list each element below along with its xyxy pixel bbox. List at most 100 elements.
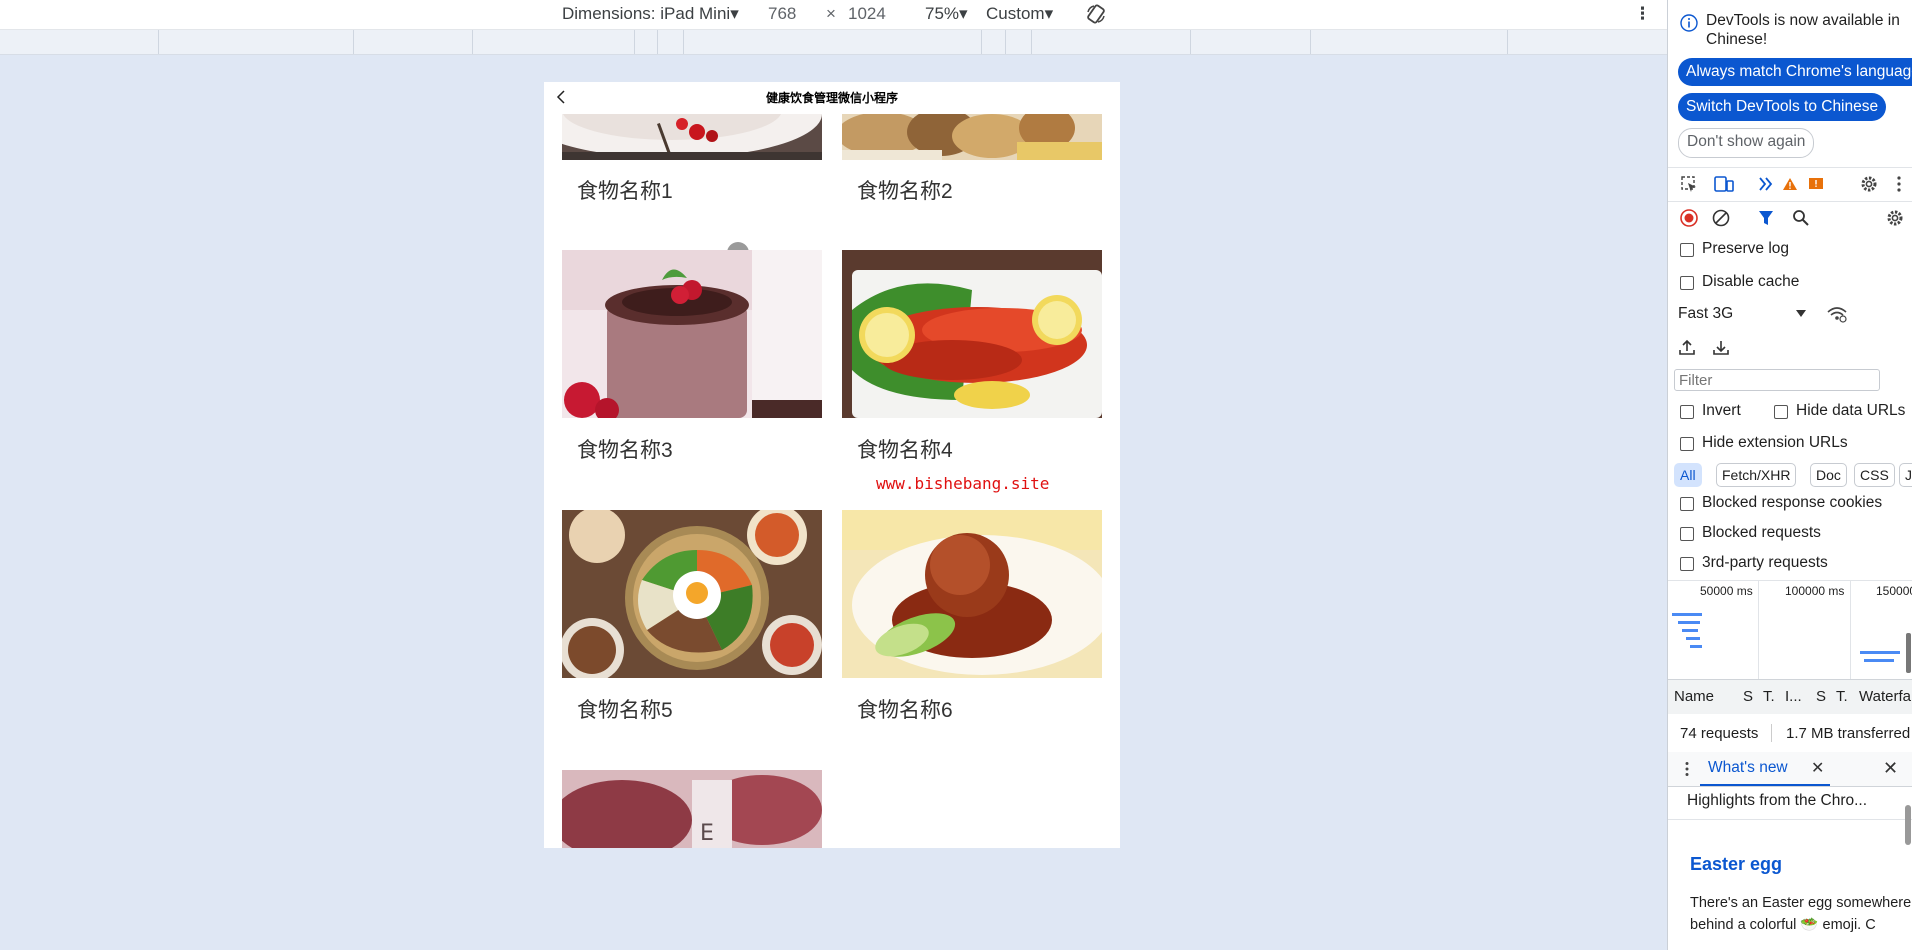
column-header[interactable]: S (1743, 688, 1753, 705)
filter-chip-js[interactable]: JS (1899, 463, 1912, 487)
clear-icon[interactable] (1712, 209, 1730, 227)
column-header[interactable]: Name (1674, 688, 1714, 705)
filter-input[interactable] (1674, 369, 1880, 391)
throttle-select[interactable]: Custom▾ (986, 4, 1053, 24)
column-header[interactable]: Waterfall (1859, 688, 1912, 705)
column-header[interactable]: S (1816, 688, 1826, 705)
height-input[interactable]: 1024 (848, 4, 886, 24)
blocked-requests-checkbox[interactable] (1680, 527, 1694, 541)
inspect-element-icon[interactable] (1680, 175, 1698, 193)
drawer-menu-icon[interactable] (1684, 761, 1690, 777)
hide-extension-urls-checkbox[interactable] (1680, 437, 1694, 451)
close-tab-icon[interactable]: ✕ (1811, 758, 1824, 778)
food-name: 食物名称5 (577, 699, 673, 722)
throttling-label: Fast 3G (1678, 305, 1734, 322)
language-notice: DevTools is now available in Chinese! (1706, 12, 1900, 48)
filter-chip-all[interactable]: All (1674, 463, 1702, 487)
zoom-label: 75% (925, 4, 960, 23)
export-har-icon[interactable] (1712, 338, 1730, 356)
food-name: 食物名称4 (857, 439, 953, 462)
issues-icon[interactable] (1808, 177, 1824, 191)
device-toolbar-icon[interactable] (1714, 175, 1734, 193)
food-image-plate-with-berries (562, 114, 822, 160)
switch-to-chinese-button[interactable]: Switch DevTools to Chinese (1678, 93, 1887, 121)
network-conditions-icon[interactable] (1826, 305, 1848, 323)
request-count: 74 requests (1680, 725, 1759, 742)
food-card[interactable]: 食物名称6 (842, 510, 1102, 730)
hide-extension-urls-label: Hide extension URLs (1702, 434, 1848, 451)
food-image-chocolate-raspberry-cake (562, 250, 822, 418)
invert-label: Invert (1702, 402, 1741, 419)
hide-data-urls-checkbox[interactable] (1774, 405, 1788, 419)
throttle-label: Custom (986, 4, 1045, 23)
whats-new-content: Highlights from the Chro... Easter egg T… (1668, 787, 1912, 950)
food-image-partially-visible-dish: E (562, 770, 822, 848)
food-card[interactable]: 食物名称4 (842, 250, 1102, 470)
tab-whats-new-label: What's new (1708, 759, 1788, 776)
device-dimensions-select[interactable]: Dimensions: iPad Mini▾ (562, 4, 739, 24)
filter-chip-css[interactable]: CSS (1854, 463, 1895, 487)
column-header[interactable]: T. (1763, 688, 1775, 705)
food-card[interactable]: E (562, 770, 822, 848)
more-tabs-icon[interactable] (1758, 176, 1774, 192)
width-input[interactable]: 768 (768, 4, 796, 24)
page-title: 健康饮食管理微信小程序 (765, 91, 898, 105)
food-card[interactable]: 食物名称3 (562, 250, 822, 470)
column-header[interactable]: I... (1785, 688, 1802, 705)
hide-data-urls-label: Hide data URLs (1796, 402, 1906, 419)
close-drawer-icon[interactable]: ✕ (1883, 758, 1898, 779)
invert-checkbox[interactable] (1680, 405, 1694, 419)
third-party-checkbox[interactable] (1680, 557, 1694, 571)
preserve-log-label: Preserve log (1702, 240, 1790, 257)
third-party-label: 3rd-party requests (1702, 554, 1828, 571)
always-match-language-button[interactable]: Always match Chrome's language (1678, 58, 1912, 86)
svg-text:E: E (700, 821, 714, 846)
drawer-scrollbar[interactable] (1905, 805, 1911, 845)
preserve-log-checkbox[interactable] (1680, 243, 1694, 257)
food-name: 食物名称2 (857, 180, 953, 203)
filter-chip-doc[interactable]: Doc (1810, 463, 1847, 487)
easter-egg-text-line1: There's an Easter egg somewhere (1690, 895, 1912, 911)
food-card[interactable]: 食物名称1 (562, 114, 822, 264)
food-image-bread-slices (842, 114, 1102, 160)
easter-egg-text-line2: behind a colorful 🥗 emoji. C (1690, 917, 1876, 933)
info-icon (1680, 14, 1698, 32)
food-name: 食物名称3 (577, 439, 673, 462)
transferred-size: 1.7 MB transferred (1786, 725, 1911, 742)
blocked-cookies-checkbox[interactable] (1680, 497, 1694, 511)
throttling-select[interactable]: Fast 3G (1678, 305, 1733, 323)
dimensions-label: Dimensions: iPad Mini (562, 4, 731, 23)
drawer-toolbar: What's new ✕ ✕ (1668, 752, 1912, 787)
more-options-icon[interactable] (1896, 175, 1902, 193)
chevron-down-icon: ▾ (959, 4, 968, 23)
food-image-grilled-prawns-with-lemon (842, 250, 1102, 418)
food-card[interactable]: 食物名称5 (562, 510, 822, 730)
zoom-select[interactable]: 75%▾ (925, 4, 968, 24)
import-har-icon[interactable] (1678, 338, 1696, 356)
rotate-icon[interactable] (1085, 3, 1107, 25)
more-options-icon[interactable]: ⋮ (1634, 4, 1651, 24)
network-settings-icon[interactable] (1886, 209, 1904, 227)
highlights-link[interactable]: Highlights from the Chro... (1687, 792, 1867, 810)
timeline-overview[interactable]: 50000 ms 100000 ms 150000 ms (1668, 581, 1912, 679)
warning-icon[interactable] (1782, 177, 1798, 191)
devtools-panel: DevTools is now available in Chinese! Al… (1667, 0, 1912, 950)
network-status-bar: 74 requests 1.7 MB transferred (1668, 714, 1912, 753)
search-icon[interactable] (1792, 209, 1810, 227)
disable-cache-label: Disable cache (1702, 273, 1800, 290)
media-query-ruler (0, 30, 1667, 55)
tab-whats-new[interactable]: What's new ✕ (1700, 752, 1830, 786)
filter-chip-fetch-xhr[interactable]: Fetch/XHR (1716, 463, 1797, 487)
food-card[interactable]: 食物名称2 (842, 114, 1102, 234)
chevron-down-icon: ▾ (730, 4, 739, 23)
column-header[interactable]: T. (1836, 688, 1848, 705)
record-stop-icon[interactable] (1680, 209, 1698, 227)
food-image-braised-meatball-with-bok-choy (842, 510, 1102, 678)
mini-program-navbar: 健康饮食管理微信小程序 (544, 82, 1120, 114)
settings-gear-icon[interactable] (1860, 175, 1878, 193)
request-table-header: Name S T. I... S T. Waterfall (1668, 679, 1912, 715)
dont-show-again-button[interactable]: Don't show again (1678, 128, 1815, 158)
filter-icon[interactable] (1758, 209, 1774, 227)
timeline-tick: 50000 ms (1700, 584, 1753, 598)
disable-cache-checkbox[interactable] (1680, 276, 1694, 290)
